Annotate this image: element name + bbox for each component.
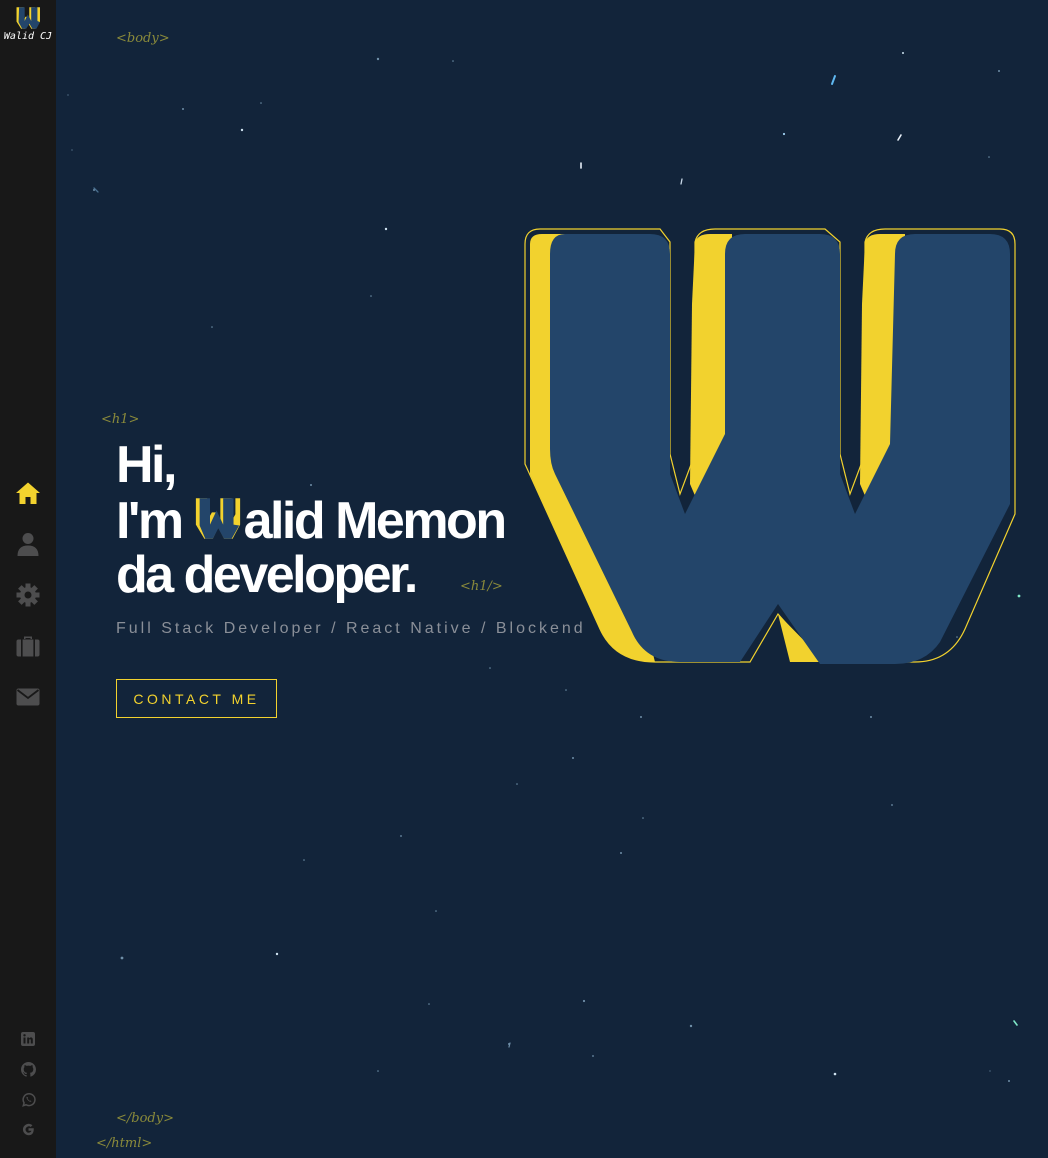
linkedin-icon [21,1032,35,1046]
social-linkedin[interactable] [0,1024,56,1054]
google-icon [22,1123,34,1135]
envelope-icon [16,688,40,705]
social-google[interactable] [0,1114,56,1144]
user-icon [17,532,39,556]
gear-icon [16,583,40,606]
h1-open-tag: <h1> [101,412,140,427]
body-open-tag: <body> [116,31,170,46]
nav-item-skills[interactable] [0,569,56,620]
html-close-tag: </html> [96,1136,153,1151]
hero-line-3: da developer. [116,546,418,604]
h1-close-tag: <h1/> [460,579,503,594]
hero-line-2: I'm alid Memon [116,492,508,550]
hero-line-2-prefix: I'm [116,492,184,550]
whatsapp-icon [21,1092,36,1107]
social-whatsapp[interactable] [0,1084,56,1114]
social-github[interactable] [0,1054,56,1084]
big-w-logo-icon [524,228,1016,664]
nav-item-about[interactable] [0,518,56,569]
hero-title: Hi, I'm alid Memon da developer. [116,436,508,604]
inline-w-logo-icon [195,498,240,539]
social-links [0,1024,56,1144]
logo-text: Walid CJ [3,31,53,42]
home-icon [16,482,40,504]
contact-me-button[interactable]: CONTACT ME [116,679,277,718]
briefcase-icon [16,636,40,656]
nav-item-work[interactable] [0,620,56,671]
logo[interactable]: Walid CJ [0,6,56,42]
sidebar-nav [0,467,56,722]
logo-w-icon [16,7,40,29]
github-icon [20,1061,36,1077]
nav-item-home[interactable] [0,467,56,518]
hero-line-1: Hi, [116,436,177,494]
main-content: <body> <h1> Hi, I'm alid Memon da develo… [56,0,1048,1158]
nav-item-contact[interactable] [0,671,56,722]
body-close-tag: </body> [116,1111,174,1126]
hero-line-2-rest: alid Memon [243,492,508,550]
sidebar: Walid CJ [0,0,56,1158]
hero-subtitle: Full Stack Developer / React Native / Bl… [116,620,586,637]
